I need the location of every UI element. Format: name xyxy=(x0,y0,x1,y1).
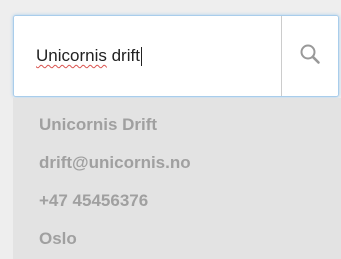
suggestion-email[interactable]: drift@unicornis.no xyxy=(13,142,341,184)
suggestion-phone[interactable]: +47 45456376 xyxy=(13,180,341,222)
search-icon xyxy=(299,43,321,70)
search-button[interactable] xyxy=(281,16,338,96)
autocomplete-dropdown[interactable]: Unicornis Drift drift@unicornis.no +47 4… xyxy=(13,98,341,259)
search-query-text: drift xyxy=(106,46,140,65)
search-box: Unicornis drift xyxy=(13,15,339,97)
suggestion-city[interactable]: Oslo xyxy=(13,218,341,259)
suggestion-name[interactable]: Unicornis Drift xyxy=(13,104,341,146)
search-widget: Unicornis drift Unicornis Drift drift@un… xyxy=(0,0,341,259)
search-query-misspelled-word: Unicornis xyxy=(36,46,107,65)
text-caret xyxy=(140,46,142,66)
search-input[interactable]: Unicornis drift xyxy=(14,16,281,96)
